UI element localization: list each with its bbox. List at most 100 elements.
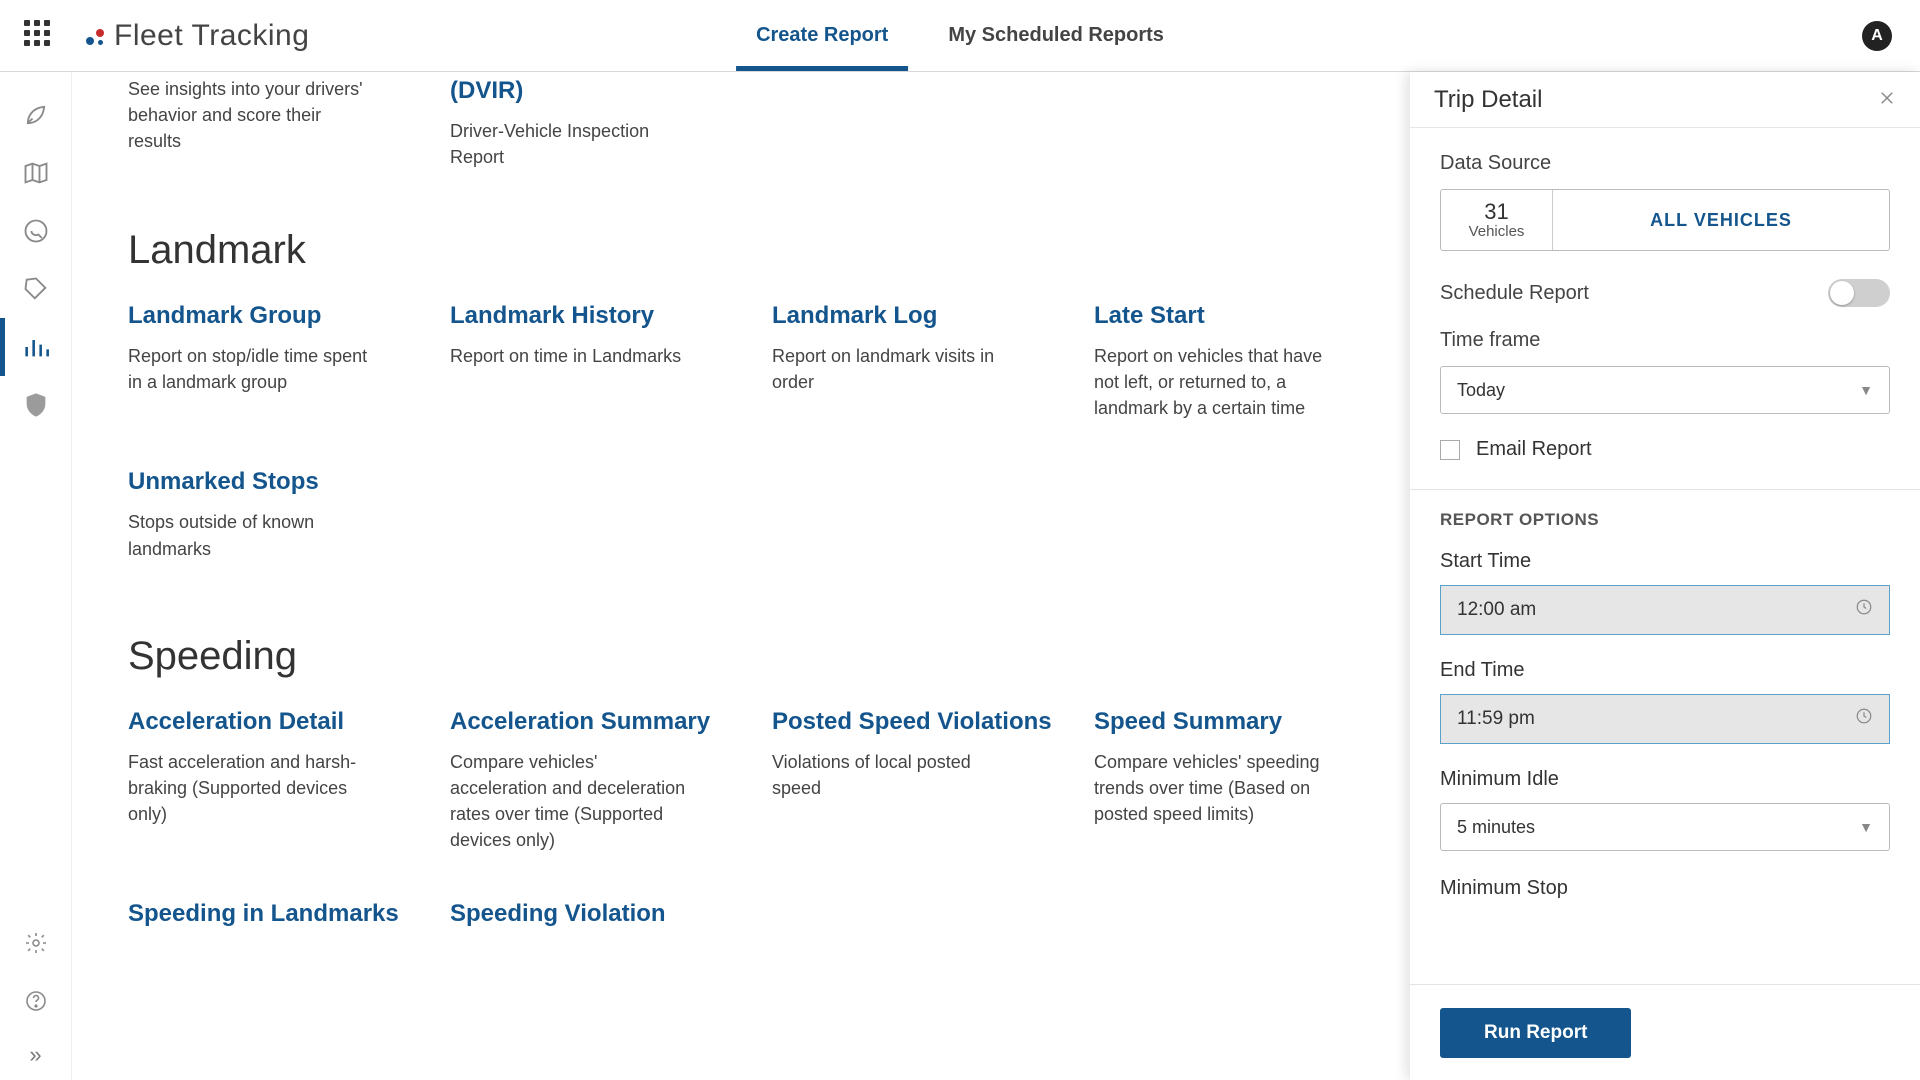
side-panel: Trip Detail Data Source 31 Vehicles ALL …	[1410, 72, 1920, 1080]
card-desc: Compare vehicles' acceleration and decel…	[450, 749, 690, 853]
nav-settings[interactable]	[0, 914, 72, 972]
nav-help[interactable]	[0, 972, 72, 1030]
partial-top-row: See insights into your drivers' behavior…	[128, 72, 1370, 170]
nav-map[interactable]	[0, 144, 72, 202]
nav-admin[interactable]	[0, 376, 72, 434]
card-landmark-history[interactable]: Landmark History Report on time in Landm…	[450, 301, 730, 421]
card-acceleration-summary[interactable]: Acceleration Summary Compare vehicles' a…	[450, 707, 730, 853]
data-source-selector: 31 Vehicles ALL VEHICLES	[1440, 189, 1890, 251]
email-report-label: Email Report	[1476, 438, 1592, 461]
nav-tag[interactable]	[0, 260, 72, 318]
side-panel-body[interactable]: Data Source 31 Vehicles ALL VEHICLES Sch…	[1410, 128, 1920, 984]
card-desc: Compare vehicles' speeding trends over t…	[1094, 749, 1334, 827]
top-bar: Fleet Tracking Create Report My Schedule…	[0, 0, 1920, 72]
minimum-idle-value: 5 minutes	[1457, 817, 1535, 838]
section-title-landmark: Landmark	[128, 228, 1370, 273]
tab-scheduled-reports[interactable]: My Scheduled Reports	[948, 0, 1164, 71]
side-panel-title: Trip Detail	[1434, 86, 1542, 114]
card-desc: See insights into your drivers' behavior…	[128, 76, 368, 154]
card-speeding-violation[interactable]: Speeding Violation	[450, 899, 730, 929]
card-desc: Report on vehicles that have not left, o…	[1094, 343, 1334, 421]
card-dvir-partial[interactable]: (DVIR) Driver-Vehicle Inspection Report	[450, 76, 730, 170]
nav-rocket[interactable]	[0, 86, 72, 144]
bar-chart-icon	[22, 333, 50, 361]
all-vehicles-button[interactable]: ALL VEHICLES	[1553, 190, 1889, 250]
card-late-start[interactable]: Late Start Report on vehicles that have …	[1094, 301, 1374, 421]
card-title: Unmarked Stops	[128, 467, 408, 497]
report-options-header: REPORT OPTIONS	[1410, 489, 1920, 530]
card-title: Landmark Group	[128, 301, 408, 331]
shield-icon	[22, 391, 50, 419]
tab-create-report[interactable]: Create Report	[756, 0, 888, 71]
card-desc: Stops outside of known landmarks	[128, 509, 368, 561]
card-title: Speeding Violation	[450, 899, 730, 929]
nav-reports[interactable]	[0, 318, 72, 376]
timeframe-select[interactable]: Today ▼	[1440, 366, 1890, 414]
section-title-speeding: Speeding	[128, 634, 1370, 679]
card-desc: Violations of local posted speed	[772, 749, 1012, 801]
schedule-report-label: Schedule Report	[1440, 282, 1589, 305]
clock-icon	[1855, 598, 1873, 622]
minimum-idle-label: Minimum Idle	[1440, 768, 1890, 791]
chevron-down-icon: ▼	[1859, 382, 1873, 398]
card-driver-behavior-partial[interactable]: See insights into your drivers' behavior…	[128, 76, 408, 170]
data-source-label: Data Source	[1440, 152, 1890, 175]
card-title: Acceleration Summary	[450, 707, 730, 737]
map-icon	[22, 159, 50, 187]
card-title: Landmark History	[450, 301, 730, 331]
schedule-report-row: Schedule Report	[1440, 279, 1890, 307]
card-desc: Report on time in Landmarks	[450, 343, 690, 369]
card-desc: Report on landmark visits in order	[772, 343, 1012, 395]
tag-icon	[22, 275, 50, 303]
chevron-down-icon: ▼	[1859, 819, 1873, 835]
help-icon	[24, 989, 48, 1013]
card-title: (DVIR)	[450, 76, 730, 106]
top-tabs: Create Report My Scheduled Reports	[756, 0, 1164, 71]
email-report-row: Email Report	[1440, 438, 1890, 489]
email-report-checkbox[interactable]	[1440, 440, 1460, 460]
avatar[interactable]: A	[1862, 21, 1892, 51]
card-title: Posted Speed Violations	[772, 707, 1052, 737]
minimum-idle-select[interactable]: 5 minutes ▼	[1440, 803, 1890, 851]
card-landmark-group[interactable]: Landmark Group Report on stop/idle time …	[128, 301, 408, 421]
vehicle-count-box: 31 Vehicles	[1441, 190, 1553, 250]
card-desc: Report on stop/idle time spent in a land…	[128, 343, 368, 395]
minimum-stop-label: Minimum Stop	[1440, 877, 1890, 900]
vehicle-count: 31	[1484, 201, 1508, 223]
card-speeding-in-landmarks[interactable]: Speeding in Landmarks	[128, 899, 408, 929]
logo-icon	[84, 25, 106, 47]
apps-menu-button[interactable]	[24, 20, 56, 52]
app-title: Fleet Tracking	[114, 19, 309, 53]
side-panel-header: Trip Detail	[1410, 72, 1920, 128]
end-time-label: End Time	[1440, 659, 1890, 682]
vehicle-count-label: Vehicles	[1469, 223, 1525, 240]
card-title: Speed Summary	[1094, 707, 1374, 737]
landmark-grid: Landmark Group Report on stop/idle time …	[128, 301, 1370, 561]
nav-wrench[interactable]	[0, 202, 72, 260]
card-desc: Driver-Vehicle Inspection Report	[450, 118, 690, 170]
main-content: See insights into your drivers' behavior…	[72, 72, 1410, 1080]
schedule-report-toggle[interactable]	[1828, 279, 1890, 307]
timeframe-label: Time frame	[1440, 329, 1890, 352]
speeding-grid: Acceleration Detail Fast acceleration an…	[128, 707, 1370, 929]
end-time-input[interactable]: 11:59 pm	[1440, 694, 1890, 744]
card-unmarked-stops[interactable]: Unmarked Stops Stops outside of known la…	[128, 467, 408, 561]
card-landmark-log[interactable]: Landmark Log Report on landmark visits i…	[772, 301, 1052, 421]
start-time-value: 12:00 am	[1457, 599, 1536, 621]
start-time-input[interactable]: 12:00 am	[1440, 585, 1890, 635]
app-logo: Fleet Tracking	[84, 19, 309, 53]
card-title: Landmark Log	[772, 301, 1052, 331]
start-time-label: Start Time	[1440, 550, 1890, 573]
end-time-value: 11:59 pm	[1457, 708, 1535, 730]
card-acceleration-detail[interactable]: Acceleration Detail Fast acceleration an…	[128, 707, 408, 853]
card-posted-speed-violations[interactable]: Posted Speed Violations Violations of lo…	[772, 707, 1052, 853]
wrench-icon	[22, 217, 50, 245]
card-desc: Fast acceleration and harsh-braking (Sup…	[128, 749, 368, 827]
card-title: Acceleration Detail	[128, 707, 408, 737]
close-icon	[1878, 89, 1896, 107]
nav-expand[interactable]: »	[29, 1030, 41, 1080]
clock-icon	[1855, 707, 1873, 731]
card-speed-summary[interactable]: Speed Summary Compare vehicles' speeding…	[1094, 707, 1374, 853]
close-button[interactable]	[1878, 87, 1896, 113]
run-report-button[interactable]: Run Report	[1440, 1008, 1631, 1058]
